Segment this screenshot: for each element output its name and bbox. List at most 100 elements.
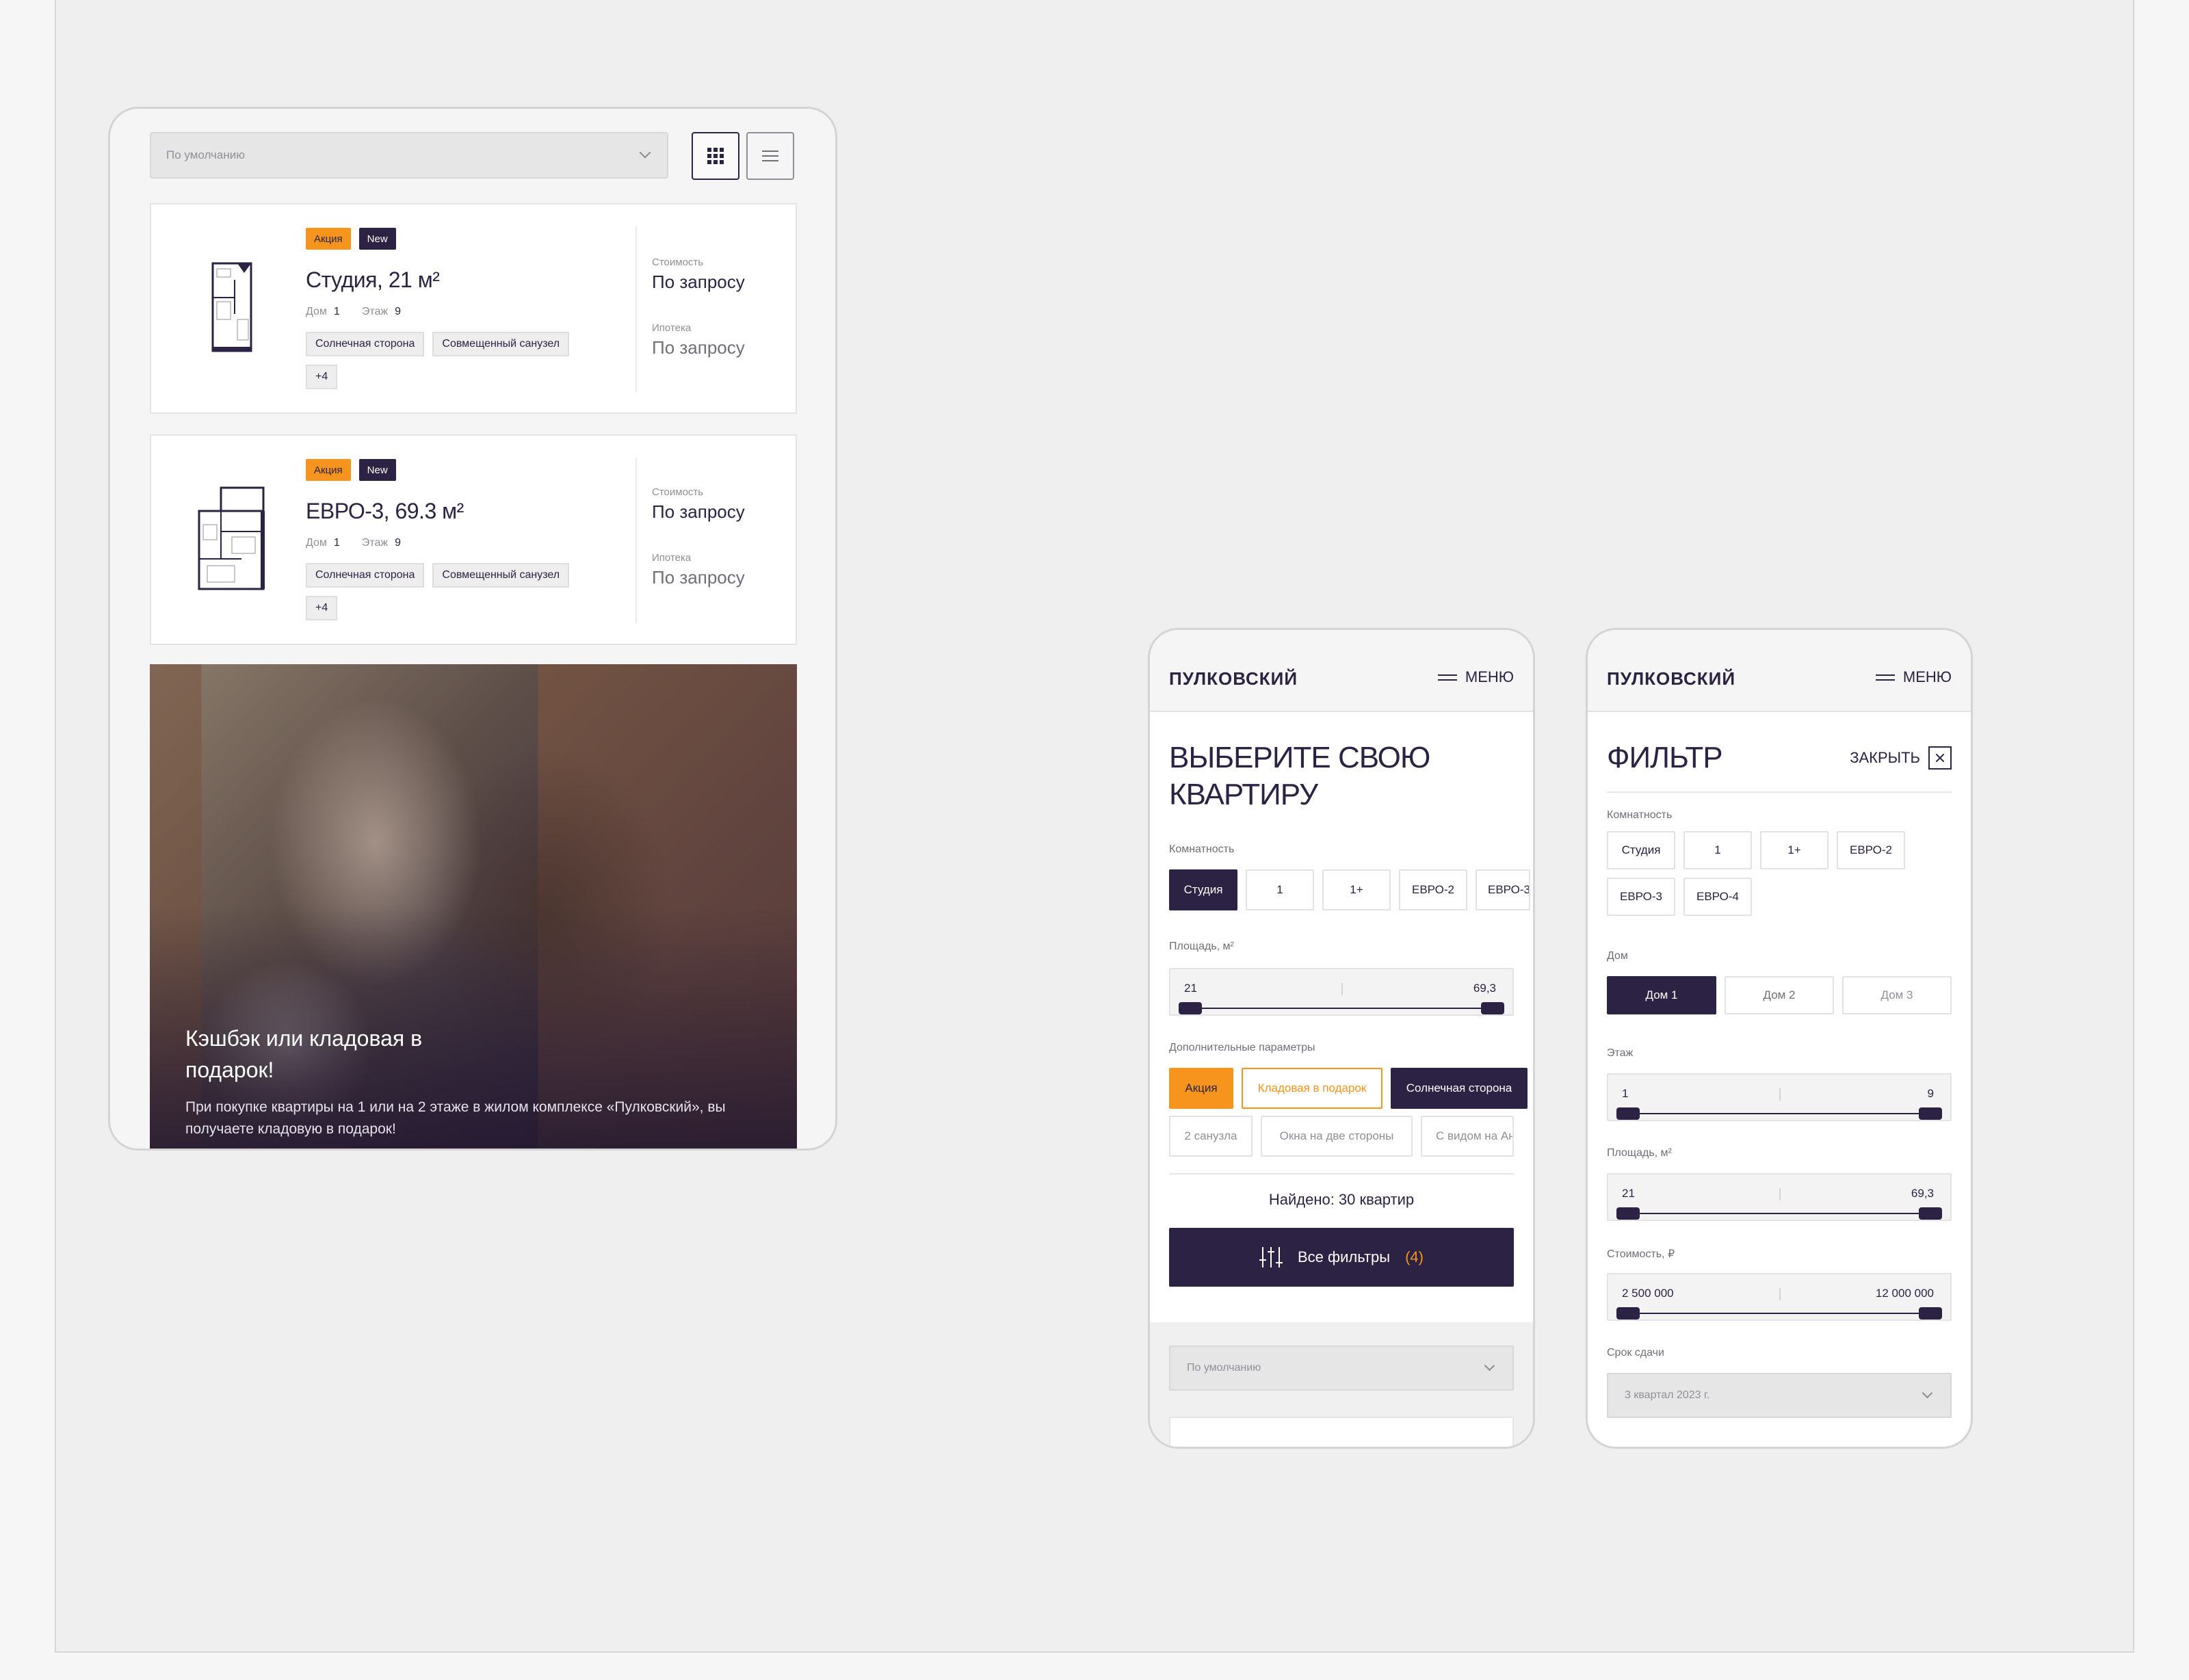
divider xyxy=(1169,1173,1514,1174)
room-chip[interactable]: ЕВРО-2 xyxy=(1399,869,1467,910)
chevron-down-icon xyxy=(1922,1387,1933,1399)
room-chip[interactable]: 1 xyxy=(1246,869,1314,910)
rooms-chips: Студия 1 1+ ЕВРО-2 ЕВРО-3 xyxy=(1169,869,1530,910)
slider-handle-min[interactable] xyxy=(1616,1207,1640,1220)
mortgage-label: Ипотека xyxy=(652,322,692,334)
room-chip[interactable]: 1+ xyxy=(1760,831,1828,869)
room-chip[interactable]: ЕВРО-3 xyxy=(1607,878,1675,916)
price-max: 12 000 000 xyxy=(1875,1287,1934,1300)
sort-select[interactable]: По умолчанию xyxy=(150,132,668,179)
mobile-filter-frame: ПУЛКОВСКИЙ МЕНЮ ФИЛЬТР ЗАКРЫТЬ Комнатнос… xyxy=(1586,628,1973,1449)
param-chip[interactable]: Акция xyxy=(1169,1068,1233,1109)
house-chip[interactable]: Дом 2 xyxy=(1725,976,1834,1014)
logo[interactable]: ПУЛКОВСКИЙ xyxy=(1607,668,1735,690)
room-chip[interactable]: Студия xyxy=(1607,831,1675,869)
room-chip[interactable]: ЕВРО-3 xyxy=(1476,869,1530,910)
floor-range-slider[interactable]: 1 9 xyxy=(1607,1073,1952,1121)
apartment-card[interactable]: Акция New ЕВРО-3, 69.3 м² Дом 1 Этаж 9 Сол… xyxy=(150,434,797,645)
menu-button[interactable]: МЕНЮ xyxy=(1875,668,1952,686)
card-meta: Дом 1 Этаж 9 xyxy=(306,537,401,549)
feature-tags: Солнечная сторона Совмещенный санузел xyxy=(306,563,570,588)
page-title: ФИЛЬТР xyxy=(1607,741,1723,774)
feature-tag: Солнечная сторона xyxy=(306,563,425,588)
room-chip[interactable]: Студия xyxy=(1169,869,1237,910)
house-label: Дом xyxy=(1607,950,1628,962)
rooms-chips: Студия 1 1+ ЕВРО-2 xyxy=(1607,831,1905,869)
room-chip[interactable]: 1 xyxy=(1683,831,1752,869)
all-filters-label: Все фильтры xyxy=(1297,1248,1391,1265)
house-chip[interactable]: Дом 1 xyxy=(1607,976,1716,1014)
param-chip[interactable]: Кладовая в подарок xyxy=(1242,1068,1382,1109)
slider-handle-min[interactable] xyxy=(1616,1107,1640,1120)
mortgage-label: Ипотека xyxy=(652,552,692,564)
card-meta: Дом 1 Этаж 9 xyxy=(306,306,401,318)
slider-handle-min[interactable] xyxy=(1179,1002,1202,1014)
slider-handle-max[interactable] xyxy=(1919,1207,1942,1220)
slider-handle-max[interactable] xyxy=(1919,1307,1942,1320)
slider-handle-max[interactable] xyxy=(1481,1002,1504,1014)
house-chip[interactable]: Дом 3 xyxy=(1842,976,1952,1014)
sort-select[interactable]: По умолчанию xyxy=(1169,1346,1514,1391)
extra-params-chips: Акция Кладовая в подарок Солнечная сторо… xyxy=(1169,1068,1528,1109)
list-icon xyxy=(762,147,778,165)
floor-max: 9 xyxy=(1927,1087,1934,1100)
param-chip[interactable]: Окна на две стороны xyxy=(1261,1116,1413,1157)
area-max: 69,3 xyxy=(1473,982,1496,995)
floor-plan-icon xyxy=(198,486,265,590)
rooms-chips: ЕВРО-3 ЕВРО-4 xyxy=(1607,878,1752,916)
divider xyxy=(635,458,637,623)
sort-select-value: По умолчанию xyxy=(166,148,245,161)
house-value: 1 xyxy=(333,537,340,549)
close-button[interactable]: ЗАКРЫТЬ xyxy=(1850,746,1952,770)
close-label: ЗАКРЫТЬ xyxy=(1850,749,1920,766)
area-min: 21 xyxy=(1622,1187,1635,1200)
param-chip[interactable]: Солнечная сторона xyxy=(1391,1068,1528,1109)
area-max: 69,3 xyxy=(1911,1187,1934,1200)
more-tags-button[interactable]: +4 xyxy=(306,365,338,389)
extra-params-label: Дополнительные параметры xyxy=(1169,1042,1315,1053)
list-view-button[interactable] xyxy=(746,132,794,180)
floor-value: 9 xyxy=(395,306,401,317)
slider-handle-min[interactable] xyxy=(1616,1307,1640,1320)
area-range-slider[interactable]: 21 69,3 xyxy=(1607,1173,1952,1221)
logo[interactable]: ПУЛКОВСКИЙ xyxy=(1169,668,1298,690)
grid-view-button[interactable] xyxy=(692,132,739,180)
listing-frame: По умолчанию Акция New Студия, 21 м² Дом… xyxy=(108,107,837,1151)
promo-badge: Акция xyxy=(306,228,351,250)
room-chip[interactable]: ЕВРО-2 xyxy=(1837,831,1905,869)
divider xyxy=(635,226,637,392)
floor-label: Этаж xyxy=(1607,1047,1634,1059)
sliders-icon xyxy=(1259,1247,1283,1268)
menu-button[interactable]: МЕНЮ xyxy=(1437,668,1514,686)
price-range-slider[interactable]: 2 500 000 12 000 000 xyxy=(1607,1273,1952,1321)
all-filters-count: (4) xyxy=(1405,1248,1424,1265)
param-chip[interactable]: 2 санузла xyxy=(1169,1116,1253,1157)
list-item xyxy=(1169,1417,1514,1447)
badges: Акция New xyxy=(306,228,396,250)
promo-text: При покупке квартиры на 1 или на 2 этаже… xyxy=(185,1099,726,1137)
room-chip[interactable]: ЕВРО-4 xyxy=(1683,878,1752,916)
param-chip[interactable]: С видом на Ангар xyxy=(1421,1116,1514,1157)
slider-handle-max[interactable] xyxy=(1919,1107,1942,1120)
promo-title: Кэшбэк или кладовая в подарок! xyxy=(185,1026,423,1082)
floor-min: 1 xyxy=(1622,1087,1629,1100)
mortgage-value: По запросу xyxy=(652,567,745,588)
price-value: По запросу xyxy=(652,501,745,522)
card-title: ЕВРО-3, 69.3 м² xyxy=(306,499,464,523)
apartment-card[interactable]: Акция New Студия, 21 м² Дом 1 Этаж 9 Солне… xyxy=(150,203,797,414)
floor-label: Этаж xyxy=(361,537,389,549)
promo-banner[interactable]: Кэшбэк или кладовая в подарок! При покуп… xyxy=(150,664,797,1149)
area-range-slider[interactable]: 21 69,3 xyxy=(1169,968,1514,1016)
close-icon xyxy=(1928,746,1952,770)
grid-icon xyxy=(707,148,724,164)
promo-badge: Акция xyxy=(306,459,351,481)
more-tags-button[interactable]: +4 xyxy=(306,596,338,620)
deadline-select[interactable]: 3 квартал 2023 г. xyxy=(1607,1373,1952,1418)
slider-track xyxy=(1627,1113,1931,1114)
all-filters-button[interactable]: Все фильтры (4) xyxy=(1169,1228,1514,1287)
area-label: Площадь, м² xyxy=(1169,941,1234,952)
price-label: Стоимость xyxy=(652,257,704,268)
room-chip[interactable]: 1+ xyxy=(1322,869,1391,910)
price-label: Стоимость, ₽ xyxy=(1607,1248,1675,1260)
house-chips: Дом 1 Дом 2 Дом 3 xyxy=(1607,976,1952,1014)
